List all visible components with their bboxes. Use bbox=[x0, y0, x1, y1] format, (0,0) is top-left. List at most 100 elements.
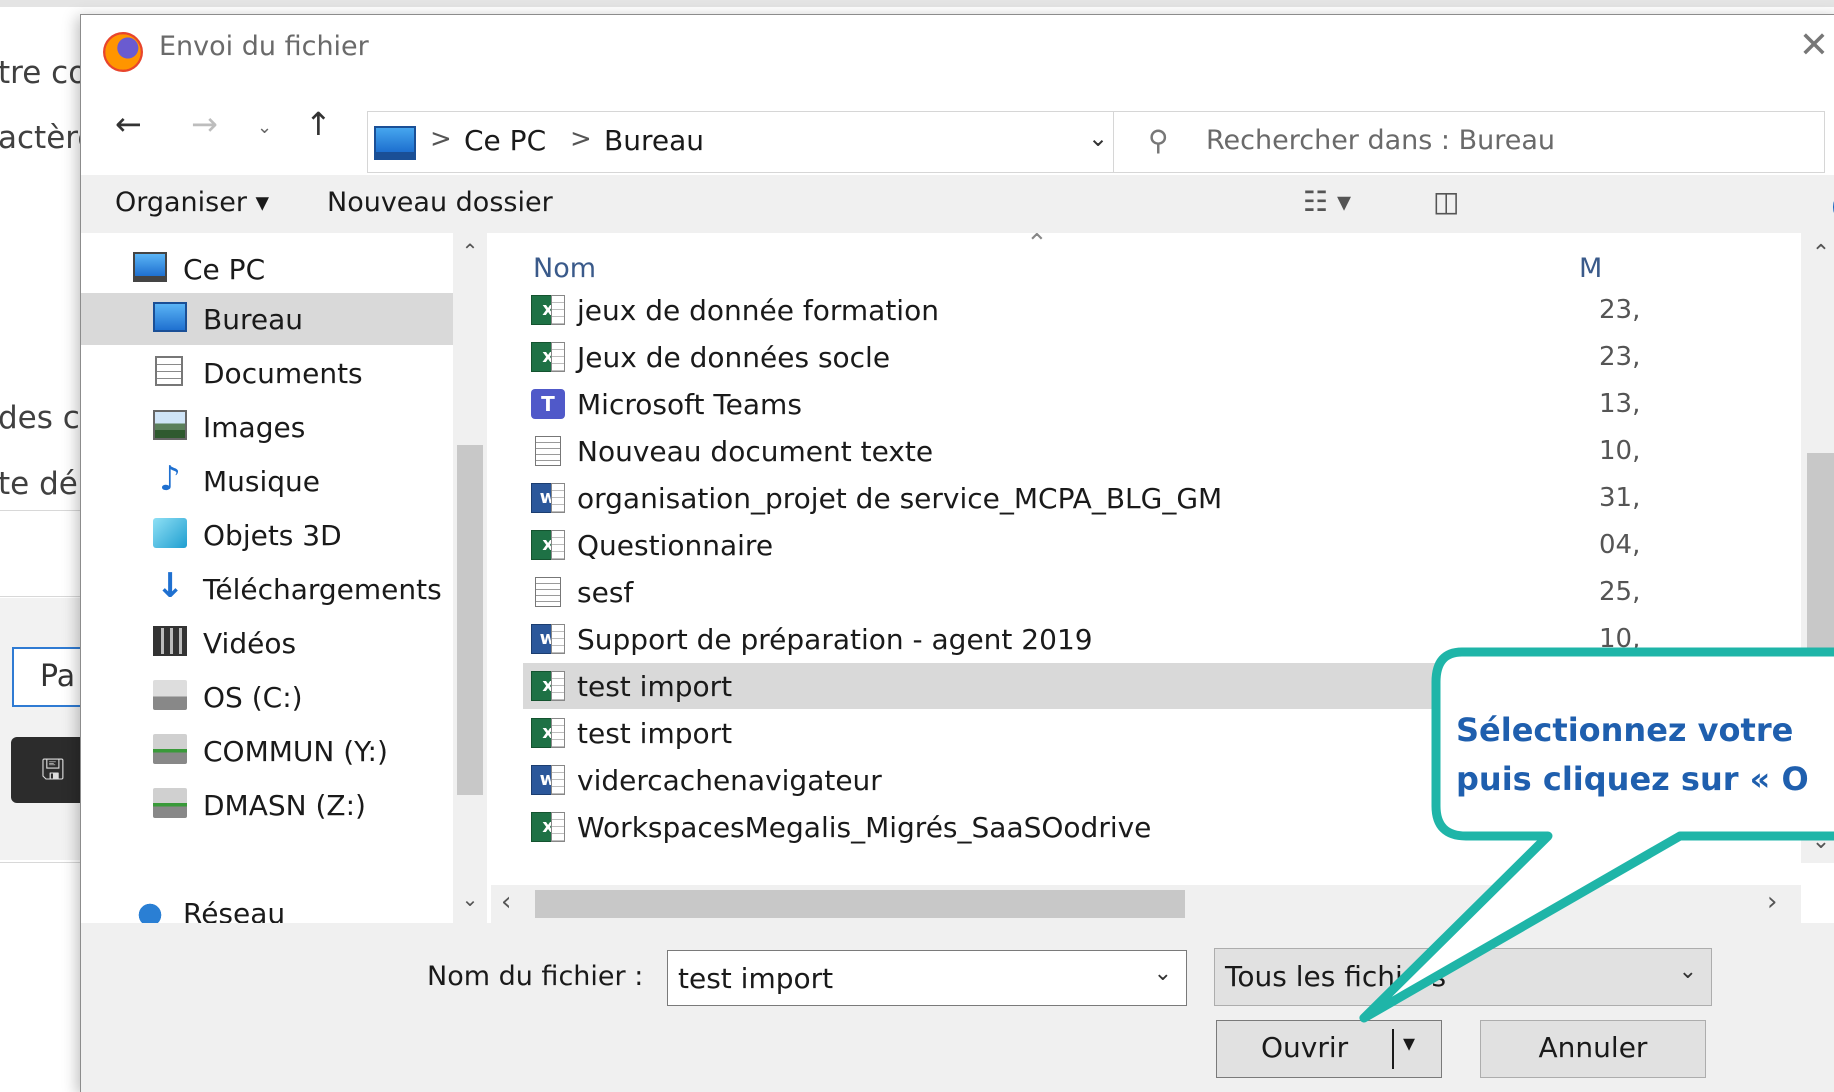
file-name: WorkspacesMegalis_Migrés_SaaSOodrive bbox=[577, 811, 1152, 844]
music-icon: ♪ bbox=[159, 459, 181, 499]
scroll-down-icon[interactable]: ⌄ bbox=[453, 887, 487, 911]
tree-item-objets-3d[interactable]: Objets 3D bbox=[81, 509, 453, 561]
file-name: test import bbox=[577, 717, 733, 750]
search-box[interactable]: ⚲ Rechercher dans : Bureau bbox=[1113, 111, 1825, 173]
file-row[interactable]: T Microsoft Teams bbox=[523, 381, 1599, 427]
drive-c-icon bbox=[153, 680, 187, 710]
video-icon bbox=[153, 626, 187, 656]
bg-separator bbox=[0, 510, 82, 511]
file-row[interactable]: x WorkspacesMegalis_Migrés_SaaSOodrive bbox=[523, 804, 1599, 850]
tree-item-label: OS (C:) bbox=[203, 681, 303, 714]
file-row[interactable]: w Support de préparation - agent 2019 bbox=[523, 616, 1599, 662]
file-open-dialog: Envoi du fichier ✕ ← → ⌄ ↑ > Ce PC > Bur… bbox=[80, 14, 1834, 1092]
scrollbar-thumb[interactable] bbox=[1807, 453, 1834, 713]
tree-item-commun-y[interactable]: COMMUN (Y:) bbox=[81, 725, 453, 777]
excel-file-icon: x bbox=[531, 718, 565, 748]
tree-item-dmasn-z[interactable]: DMASN (Z:) bbox=[81, 779, 453, 831]
scroll-down-icon[interactable]: ⌄ bbox=[1801, 829, 1834, 854]
callout-text: Sélectionnez votre puis cliquez sur « O bbox=[1456, 706, 1809, 804]
navigation-scrollbar[interactable]: ⌃ ⌄ bbox=[453, 233, 487, 923]
scroll-up-icon[interactable]: ⌃ bbox=[453, 239, 487, 263]
file-row[interactable]: x Jeux de données socle bbox=[523, 334, 1599, 380]
file-date: 31, bbox=[1599, 483, 1641, 513]
documents-icon bbox=[155, 356, 183, 386]
tree-item-reseau[interactable]: Réseau bbox=[81, 893, 453, 923]
file-list-horizontal-scrollbar[interactable]: ‹ › bbox=[491, 885, 1801, 923]
chevron-down-icon[interactable]: ⌄ bbox=[257, 117, 272, 138]
breadcrumb-bureau[interactable]: Bureau bbox=[604, 124, 704, 157]
network-drive-icon bbox=[153, 734, 187, 764]
open-button[interactable]: Ouvrir ▾ bbox=[1216, 1020, 1442, 1078]
tree-item-os-c[interactable]: OS (C:) bbox=[81, 671, 453, 723]
column-header-modified[interactable]: M bbox=[1579, 253, 1602, 284]
organize-button[interactable]: Organiser ▾ bbox=[115, 187, 269, 218]
tree-item-label: COMMUN (Y:) bbox=[203, 735, 388, 768]
close-icon[interactable]: ✕ bbox=[1789, 25, 1834, 66]
command-toolbar: Organiser ▾ Nouveau dossier ☷ ▾ ◫ ? bbox=[81, 175, 1834, 233]
download-icon: ↓ bbox=[155, 566, 185, 606]
file-row[interactable]: x jeux de donnée formation bbox=[523, 287, 1599, 333]
file-date: 10, bbox=[1599, 436, 1641, 466]
tree-item-videos[interactable]: Vidéos bbox=[81, 617, 453, 669]
file-row[interactable]: x Questionnaire bbox=[523, 522, 1599, 568]
search-placeholder: Rechercher dans : Bureau bbox=[1206, 125, 1556, 156]
file-row[interactable]: Nouveau document texte bbox=[523, 428, 1599, 474]
breadcrumb-ce-pc[interactable]: Ce PC bbox=[464, 124, 546, 157]
chevron-down-icon[interactable]: ⌄ bbox=[1679, 959, 1697, 984]
scroll-left-icon[interactable]: ‹ bbox=[501, 887, 511, 917]
open-button-label: Ouvrir bbox=[1261, 1031, 1349, 1064]
preview-pane-icon[interactable]: ◫ bbox=[1433, 185, 1459, 218]
bg-save-button[interactable]: 🖫 bbox=[11, 737, 91, 803]
file-name: vidercachenavigateur bbox=[577, 764, 882, 797]
arrow-right-icon[interactable]: → bbox=[191, 105, 218, 143]
tree-item-label: Réseau bbox=[183, 897, 286, 923]
filename-value: test import bbox=[678, 962, 834, 995]
bg-text-line-1: tre co bbox=[0, 55, 88, 91]
dialog-footer: Nom du fichier : test import ⌄ Tous les … bbox=[81, 923, 1834, 1092]
scrollbar-thumb[interactable] bbox=[535, 890, 1185, 918]
file-name: Questionnaire bbox=[577, 529, 774, 562]
tree-item-telechargements[interactable]: ↓ Téléchargements bbox=[81, 563, 453, 615]
file-row[interactable]: sesf bbox=[523, 569, 1599, 615]
desktop-icon bbox=[153, 302, 187, 332]
bg-text-line-4: te dé bbox=[0, 466, 78, 502]
filename-input[interactable]: test import ⌄ bbox=[667, 950, 1187, 1006]
save-icon: 🖫 bbox=[41, 753, 65, 786]
cancel-button[interactable]: Annuler bbox=[1480, 1020, 1706, 1078]
view-options-icon[interactable]: ☷ ▾ bbox=[1303, 185, 1351, 218]
callout-line-1: Sélectionnez votre bbox=[1456, 711, 1794, 749]
arrow-left-icon[interactable]: ← bbox=[115, 105, 142, 143]
tree-item-images[interactable]: Images bbox=[81, 401, 453, 453]
file-date: 20, bbox=[1599, 812, 1641, 842]
file-name: test import bbox=[577, 670, 733, 703]
navigation-pane: Ce PC Bureau Documents Images ♪ Musique … bbox=[81, 233, 491, 923]
new-folder-button[interactable]: Nouveau dossier bbox=[327, 187, 553, 218]
file-row[interactable]: x test import bbox=[523, 710, 1599, 756]
file-type-select[interactable]: Tous les fichiers ⌄ bbox=[1214, 948, 1712, 1006]
file-name: jeux de donnée formation bbox=[577, 294, 939, 327]
word-file-icon: w bbox=[531, 765, 565, 795]
scrollbar-thumb[interactable] bbox=[457, 445, 483, 795]
file-row[interactable]: w organisation_projet de service_MCPA_BL… bbox=[523, 475, 1599, 521]
tree-item-documents[interactable]: Documents bbox=[81, 347, 453, 399]
tree-item-ce-pc[interactable]: Ce PC bbox=[81, 243, 453, 295]
breadcrumb-separator: > bbox=[430, 124, 452, 154]
file-name: Microsoft Teams bbox=[577, 388, 802, 421]
bg-form-panel bbox=[0, 598, 82, 860]
scroll-up-icon[interactable]: ⌃ bbox=[1801, 241, 1834, 266]
arrow-up-icon[interactable]: ↑ bbox=[305, 105, 332, 143]
network-icon bbox=[133, 897, 167, 923]
tree-item-musique[interactable]: ♪ Musique bbox=[81, 455, 453, 507]
dialog-titlebar: Envoi du fichier ✕ bbox=[81, 15, 1834, 83]
caret-down-icon[interactable]: ▾ bbox=[1403, 1029, 1415, 1057]
file-name: organisation_projet de service_MCPA_BLG_… bbox=[577, 482, 1223, 515]
chevron-down-icon[interactable]: ⌄ bbox=[1154, 961, 1172, 986]
file-row-selected[interactable]: x test import bbox=[523, 663, 1599, 709]
column-header-name[interactable]: Nom bbox=[533, 253, 596, 284]
tree-item-bureau[interactable]: Bureau bbox=[81, 293, 453, 345]
scroll-right-icon[interactable]: › bbox=[1767, 887, 1777, 917]
file-row[interactable]: w vidercachenavigateur bbox=[523, 757, 1599, 803]
teams-icon: T bbox=[531, 389, 565, 419]
text-file-icon bbox=[535, 577, 561, 607]
chevron-down-icon[interactable]: ⌄ bbox=[1088, 124, 1108, 152]
